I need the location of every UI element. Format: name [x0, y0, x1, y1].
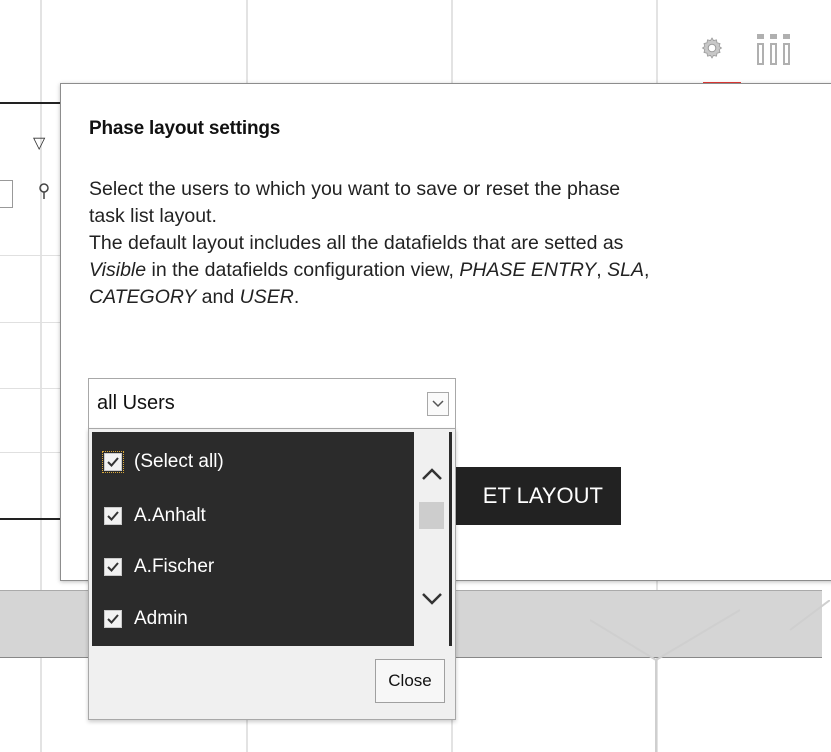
grid-line	[0, 255, 62, 256]
user-options-list: (Select all) A.Anhalt A.Fischer Admin	[92, 432, 452, 646]
grid-line	[0, 452, 62, 453]
gear-icon[interactable]	[700, 36, 724, 60]
list-item-select-all[interactable]: (Select all)	[102, 448, 224, 476]
option-label: A.Fischer	[134, 556, 215, 577]
option-label: A.Anhalt	[134, 505, 206, 526]
chevron-down-icon[interactable]	[427, 392, 449, 416]
filter-input[interactable]	[0, 180, 13, 208]
option-checkbox[interactable]	[104, 610, 122, 628]
chevron-down-icon[interactable]	[421, 592, 443, 606]
list-item[interactable]: Admin	[104, 605, 188, 633]
reset-layout-button[interactable]: ET LAYOUT	[433, 467, 621, 525]
option-checkbox[interactable]	[104, 558, 122, 576]
list-item[interactable]: A.Fischer	[104, 553, 214, 581]
option-checkbox[interactable]	[104, 507, 122, 525]
popup-title: Phase layout settings	[89, 118, 281, 139]
list-item[interactable]: A.Anhalt	[104, 502, 206, 530]
background-lines	[590, 600, 830, 752]
checkbox-select-all[interactable]	[102, 451, 124, 473]
user-dropdown-list: (Select all) A.Anhalt A.Fischer Admin Cl…	[88, 428, 456, 720]
chevron-up-icon[interactable]	[421, 467, 443, 481]
table-border	[0, 102, 62, 104]
filter-dropdown-icon[interactable]: ▽	[33, 133, 45, 153]
grid-line	[0, 388, 62, 389]
scrollbar-thumb[interactable]	[419, 502, 444, 529]
table-border	[0, 518, 62, 520]
option-label: Admin	[134, 608, 188, 629]
close-button[interactable]: Close	[375, 659, 445, 703]
grid-line	[0, 322, 62, 323]
option-label: (Select all)	[134, 451, 224, 472]
columns-icon[interactable]	[756, 34, 792, 66]
user-select[interactable]: all Users	[88, 378, 456, 430]
pin-icon[interactable]	[38, 183, 50, 201]
user-select-value: all Users	[97, 392, 175, 414]
popup-description: Select the users to which you want to sa…	[89, 178, 650, 308]
scrollbar[interactable]	[414, 432, 449, 646]
